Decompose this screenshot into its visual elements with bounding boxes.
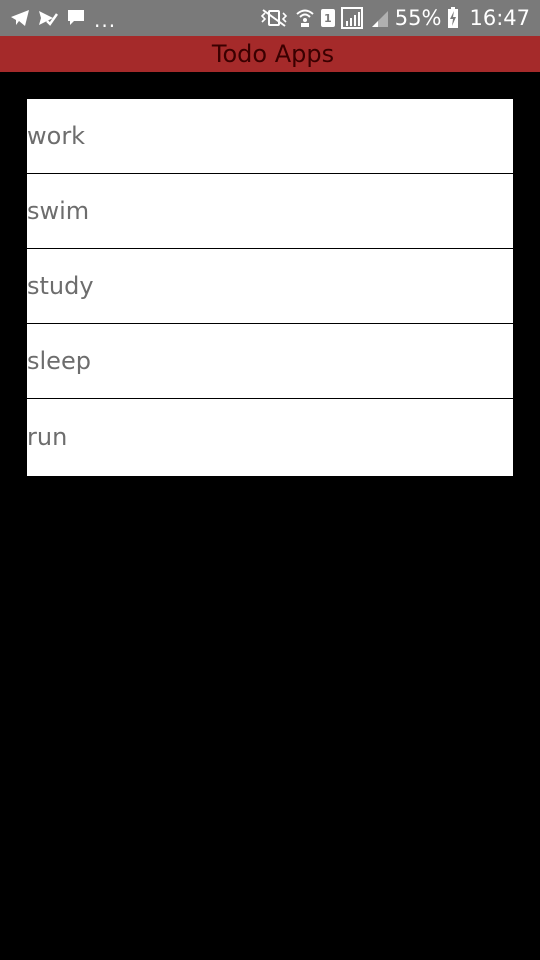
sim-1-icon: 1	[320, 9, 335, 27]
todo-item-label: run	[27, 423, 68, 451]
more-notifications-text: ...	[94, 8, 117, 32]
signal-weak-icon	[371, 8, 389, 28]
app-title: Todo Apps	[211, 40, 335, 68]
battery-percent-text: 55%	[394, 6, 442, 30]
todo-item-study[interactable]: study	[27, 249, 513, 324]
todo-item-label: study	[27, 271, 94, 300]
todo-list: work swim study sleep run	[27, 99, 513, 476]
telegram-icon	[10, 9, 30, 27]
clock-text: 16:47	[469, 6, 530, 30]
status-left-icons: ...	[10, 0, 116, 36]
signal-icon	[340, 7, 365, 29]
todo-item-label: swim	[27, 196, 90, 225]
todo-item-sleep[interactable]: sleep	[27, 324, 513, 399]
todo-item-label: work	[27, 121, 86, 150]
status-bar: ... 1 55% 16:47	[0, 0, 540, 36]
status-right-icons: 1 55% 16:47	[259, 0, 530, 36]
todo-item-run[interactable]: run	[27, 399, 513, 476]
battery-charging-icon	[447, 7, 459, 29]
todo-item-work[interactable]: work	[27, 99, 513, 174]
app-bar: Todo Apps	[0, 36, 540, 72]
send-check-icon	[38, 9, 58, 27]
todo-item-label: sleep	[27, 346, 91, 375]
chat-bubble-icon	[66, 9, 86, 27]
wifi-call-icon	[295, 8, 315, 28]
todo-item-swim[interactable]: swim	[27, 174, 513, 249]
vibrate-mute-icon	[259, 9, 289, 27]
